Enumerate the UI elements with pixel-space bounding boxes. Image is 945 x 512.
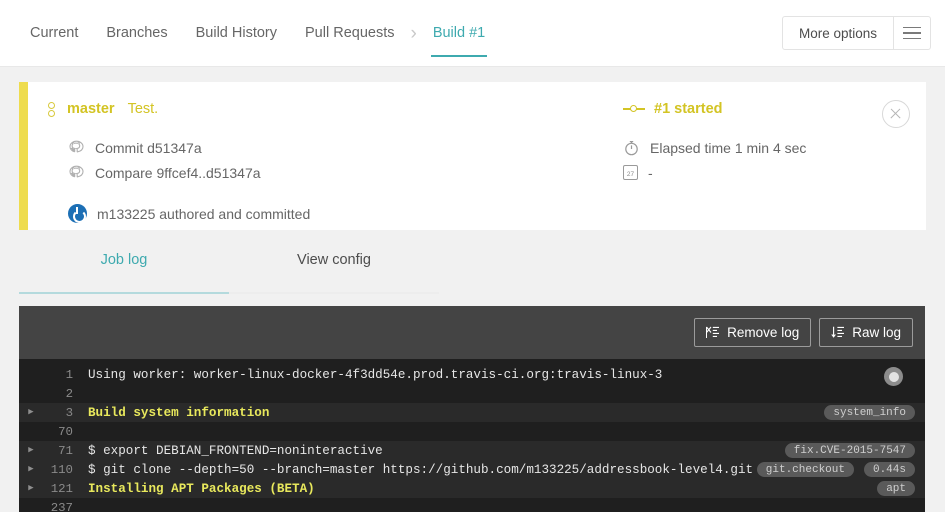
hamburger-icon[interactable] [894,17,930,49]
raw-log-button[interactable]: Raw log [819,318,913,347]
status-badge: #1 started [654,101,723,117]
close-icon[interactable] [882,100,910,128]
build-status-row: #1 started [623,99,926,119]
log-row: 70 [19,422,925,441]
build-summary-left: master Test. Commit d51347a Compare 9ffc [28,82,623,230]
log-row: ▶121Installing APT Packages (BETA)apt [19,479,925,498]
build-summary-card: master Test. Commit d51347a Compare 9ffc [19,82,926,230]
user-avatar-icon [68,204,87,223]
fold-toggle-icon[interactable]: ▶ [19,465,43,474]
log-row: 2 [19,384,925,403]
github-icon [68,165,85,181]
remove-log-icon [706,326,720,339]
commit-label[interactable]: Commit d51347a [95,140,202,156]
elapsed-time-label: Elapsed time 1 min 4 sec [650,140,806,156]
log-tag-group: git.checkout 0.44s [757,460,915,479]
log-line-number: 71 [43,444,83,458]
finished-at-row: 27 - [623,160,926,185]
finished-at-label: - [648,165,653,181]
nav-tab-pull-requests[interactable]: Pull Requests [291,0,408,67]
log-line-number: 110 [43,463,83,477]
compare-label[interactable]: Compare 9ffcef4..d51347a [95,165,261,181]
log-line-number: 121 [43,482,83,496]
log-row: ▶110$ git clone --depth=50 --branch=mast… [19,460,925,479]
page-body: master Test. Commit d51347a Compare 9ffc [0,82,945,512]
job-log-panel: Remove log Raw log 1Using worker: worker… [19,306,925,512]
breadcrumb-separator-icon: › [408,0,418,67]
log-line-number: 2 [43,387,83,401]
fold-toggle-icon[interactable]: ▶ [19,446,43,455]
branch-icon [44,101,58,117]
log-line-text: Installing APT Packages (BETA) [83,482,925,496]
elapsed-time-row: Elapsed time 1 min 4 sec [623,135,926,160]
log-tag: system_info [824,405,915,420]
nav-tab-build-history[interactable]: Build History [182,0,291,67]
compare-row: Compare 9ffcef4..d51347a [44,160,623,185]
log-output[interactable]: 1Using worker: worker-linux-docker-4f3dd… [19,359,925,512]
author-label: m133225 authored and committed [97,206,310,222]
log-tag: git.checkout [757,462,854,477]
remove-log-button[interactable]: Remove log [694,318,811,347]
log-row: 237 [19,498,925,512]
fold-toggle-icon[interactable]: ▶ [19,484,43,493]
log-line-number: 3 [43,406,83,420]
branch-row: master Test. [44,99,623,119]
nav-tab-build-1[interactable]: Build #1 [419,0,499,67]
commit-row: Commit d51347a [44,135,623,160]
raw-log-icon [831,326,845,339]
top-right-controls: More options [782,16,931,50]
log-toolbar: Remove log Raw log [19,306,925,359]
log-section-tabs: Job logView config [19,252,926,294]
nav-tab-current[interactable]: Current [16,0,92,67]
log-line-number: 70 [43,425,83,439]
log-tag-group: system_info [824,403,915,422]
log-row: ▶71$ export DEBIAN_FRONTEND=noninteracti… [19,441,925,460]
nav-tab-list: CurrentBranchesBuild HistoryPull Request… [0,0,499,66]
more-options-button[interactable]: More options [783,17,894,49]
log-row: 1Using worker: worker-linux-docker-4f3dd… [19,365,925,384]
subtab-job-log[interactable]: Job log [19,252,229,294]
log-tag: apt [877,481,915,496]
fold-toggle-icon[interactable]: ▶ [19,408,43,417]
log-line-number: 237 [43,501,83,512]
log-line-text: Using worker: worker-linux-docker-4f3dd5… [83,368,925,382]
subtab-view-config[interactable]: View config [229,252,439,294]
log-tag: 0.44s [864,462,915,477]
commit-message: Test. [128,101,159,117]
author-row: m133225 authored and committed [44,201,623,226]
build-summary-right: #1 started Elapsed time 1 min 4 sec 27 - [623,82,926,230]
nav-tab-branches[interactable]: Branches [92,0,181,67]
log-tag-group: apt [877,479,915,498]
log-tag-group: fix.CVE-2015-7547 [785,441,915,460]
log-line-text: Build system information [83,406,925,420]
status-started-icon [623,104,645,114]
top-navigation-bar: CurrentBranchesBuild HistoryPull Request… [0,0,945,67]
calendar-icon: 27 [623,165,638,180]
log-row: ▶3Build system informationsystem_info [19,403,925,422]
github-icon [68,140,85,156]
log-tag: fix.CVE-2015-7547 [785,443,915,458]
raw-log-label: Raw log [852,325,901,340]
log-line-number: 1 [43,368,83,382]
branch-name[interactable]: master [67,101,115,117]
remove-log-label: Remove log [727,325,799,340]
timer-icon [623,139,640,156]
